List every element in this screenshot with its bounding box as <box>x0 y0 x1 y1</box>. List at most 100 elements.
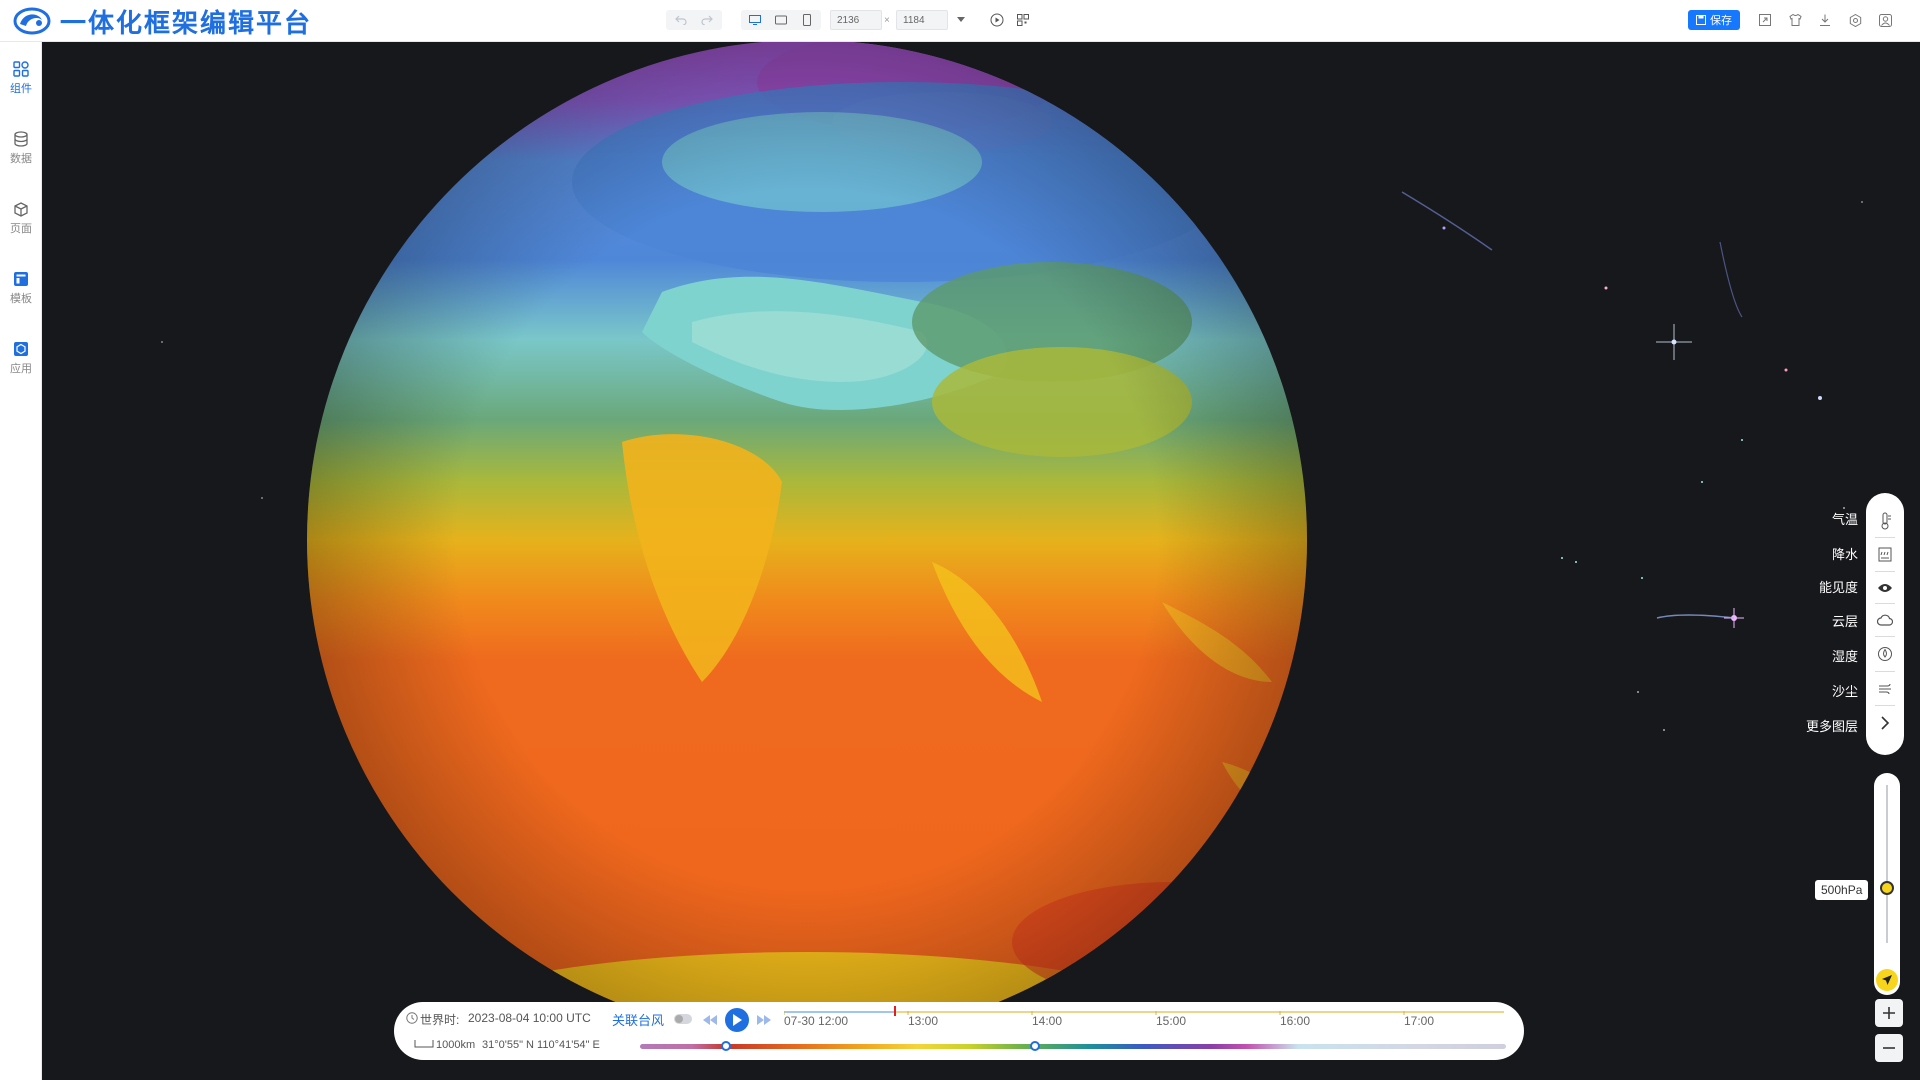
flight-layer-button[interactable] <box>1876 969 1898 991</box>
pressure-slider[interactable] <box>1874 773 1900 995</box>
right-toolbar <box>1752 10 1898 30</box>
layer-more-button[interactable] <box>1866 708 1904 738</box>
redo-icon <box>701 15 713 25</box>
app-title: 一体化框架编辑平台 <box>60 8 313 39</box>
legend-range-start-handle[interactable] <box>721 1041 731 1051</box>
cloud-icon <box>1877 614 1893 626</box>
current-time-marker[interactable] <box>894 1006 896 1016</box>
layer-dust-button[interactable] <box>1866 674 1904 704</box>
size-dropdown-button[interactable] <box>952 10 970 30</box>
mobile-icon <box>803 14 811 26</box>
sidebar-item-apps[interactable]: 应用 <box>0 332 42 384</box>
sidebar-item-label: 组件 <box>10 82 32 95</box>
sidebar-item-label: 模板 <box>10 292 32 305</box>
clock-icon <box>406 1012 418 1024</box>
app-icon <box>14 341 28 356</box>
zoom-out-button[interactable] <box>1875 1034 1903 1062</box>
gear-icon <box>1849 13 1861 27</box>
plus-icon <box>1883 1007 1895 1019</box>
user-button[interactable] <box>1872 10 1898 30</box>
undo-icon <box>675 15 687 25</box>
theme-button[interactable] <box>1782 10 1808 30</box>
mobile-view-button[interactable] <box>794 10 820 30</box>
precipitation-icon <box>1878 547 1892 562</box>
related-typhoon-link[interactable]: 关联台风 <box>612 1010 664 1029</box>
globe[interactable] <box>307 42 1332 1080</box>
sidebar-item-label: 应用 <box>10 362 32 375</box>
tablet-icon <box>775 15 787 25</box>
layer-panel <box>1866 493 1904 755</box>
app-logo[interactable]: 一体化框架编辑平台 <box>12 6 312 39</box>
layer-label-visibility: 能见度 <box>1818 580 1858 595</box>
timeline-tick-label: 16:00 <box>1280 1014 1311 1028</box>
width-input[interactable] <box>830 10 882 30</box>
sidebar-item-label: 页面 <box>10 222 32 235</box>
sidebar-item-components[interactable]: 组件 <box>0 52 42 104</box>
preview-button[interactable] <box>986 10 1008 30</box>
device-group <box>741 10 821 30</box>
eye-icon <box>1878 584 1892 592</box>
logo-icon <box>13 7 51 35</box>
desktop-view-button[interactable] <box>742 10 768 30</box>
layer-visibility-button[interactable] <box>1866 573 1904 603</box>
timeline-tick-label: 14:00 <box>1032 1014 1063 1028</box>
playback-controls <box>699 1008 775 1032</box>
timeline-ruler[interactable] <box>783 1006 1504 1016</box>
pressure-knob[interactable] <box>1880 881 1894 895</box>
canvas-stage[interactable]: 气温 降水 能见度 云层 湿度 沙尘 更多图层 <box>42 42 1920 1080</box>
scale-text: 1000km <box>436 1039 476 1051</box>
humidity-icon <box>1878 647 1892 661</box>
timeline-tick-label: 17:00 <box>1404 1014 1435 1028</box>
height-input[interactable] <box>896 10 948 30</box>
sidebar-item-data[interactable]: 数据 <box>0 122 42 174</box>
rewind-icon <box>703 1015 717 1025</box>
divider <box>1875 705 1895 706</box>
undo-button[interactable] <box>668 10 694 30</box>
typhoon-toggle[interactable] <box>674 1014 692 1024</box>
fast-forward-icon <box>757 1015 771 1025</box>
zoom-in-button[interactable] <box>1875 999 1903 1027</box>
sidebar-item-label: 数据 <box>10 152 32 165</box>
times-symbol: × <box>884 14 890 26</box>
legend-range-end-handle[interactable] <box>1030 1041 1040 1051</box>
layer-humidity-button[interactable] <box>1866 639 1904 669</box>
globe-visualization[interactable] <box>42 42 1920 1080</box>
save-button[interactable]: 保存 <box>1688 10 1740 30</box>
divider <box>1875 571 1895 572</box>
chevron-right-icon <box>1881 716 1890 730</box>
user-icon <box>1878 13 1892 27</box>
save-icon <box>1696 15 1706 25</box>
thermometer-icon <box>1881 512 1891 530</box>
pressure-track <box>1886 785 1888 943</box>
tablet-view-button[interactable] <box>768 10 794 30</box>
timeline-tick-label: 13:00 <box>908 1014 939 1028</box>
layer-label-humidity: 湿度 <box>1831 649 1858 664</box>
qrcode-icon <box>1017 14 1029 26</box>
coordinates-text: 31°0'55" N 110°41'54" E <box>482 1039 600 1051</box>
layer-precipitation-button[interactable] <box>1866 540 1904 570</box>
layer-label-cloud: 云层 <box>1831 614 1858 629</box>
rewind-button[interactable] <box>699 1010 721 1030</box>
minus-icon <box>1883 1047 1895 1049</box>
ruler-ticks <box>783 1011 1504 1015</box>
pressure-level-label: 500hPa <box>1815 880 1869 900</box>
sidebar-item-pages[interactable]: 页面 <box>0 192 42 244</box>
layer-cloud-button[interactable] <box>1866 605 1904 635</box>
components-icon <box>13 60 29 77</box>
export-icon <box>1759 14 1771 26</box>
layer-temperature-button[interactable] <box>1866 506 1904 536</box>
export-button[interactable] <box>1752 10 1778 30</box>
download-button[interactable] <box>1812 10 1838 30</box>
play-button[interactable] <box>725 1008 749 1032</box>
divider <box>1875 537 1895 538</box>
qrcode-button[interactable] <box>1012 10 1034 30</box>
settings-button[interactable] <box>1842 10 1868 30</box>
layer-label-temperature: 气温 <box>1831 512 1858 527</box>
fast-forward-button[interactable] <box>753 1010 775 1030</box>
pages-icon <box>14 201 28 217</box>
template-icon <box>14 271 28 286</box>
scale-bar-icon <box>414 1040 434 1048</box>
color-legend-bar[interactable] <box>640 1044 1506 1049</box>
sidebar-item-templates[interactable]: 模板 <box>0 262 42 314</box>
redo-button[interactable] <box>694 10 720 30</box>
